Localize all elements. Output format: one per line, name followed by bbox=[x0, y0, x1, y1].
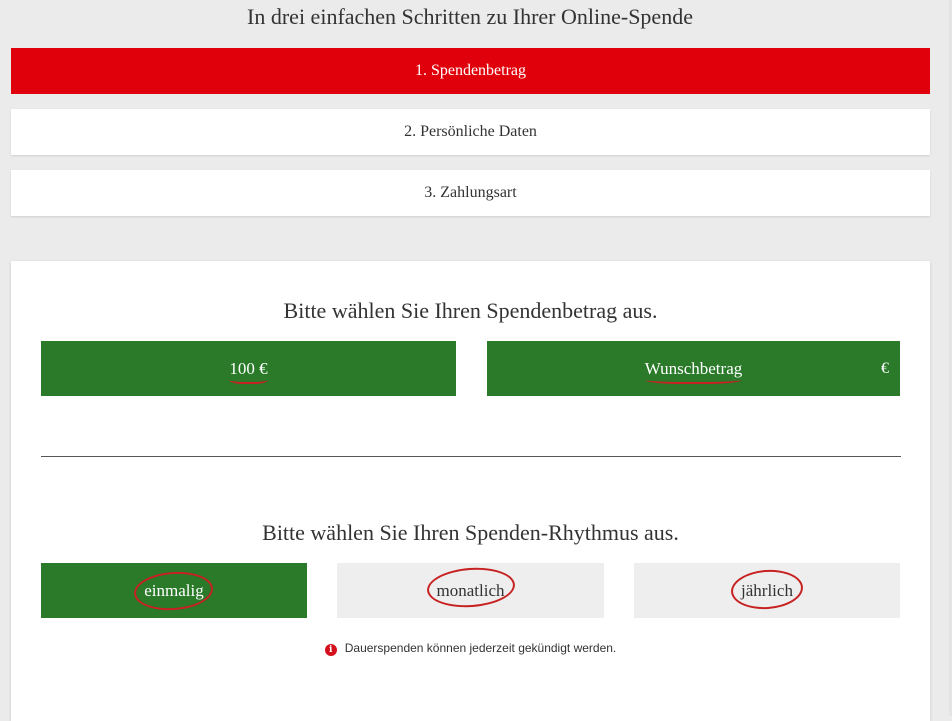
rhythm-einmalig-text: einmalig bbox=[144, 581, 204, 600]
section-divider bbox=[41, 456, 901, 457]
info-circle-icon: i bbox=[324, 644, 337, 656]
rhythm-monatlich-button[interactable]: monatlich bbox=[337, 563, 604, 618]
rhythm-monatlich-text: monatlich bbox=[436, 581, 505, 600]
custom-amount-placeholder: Wunschbetrag bbox=[644, 359, 743, 384]
page-title: In drei einfachen Schritten zu Ihrer Onl… bbox=[247, 4, 693, 29]
rhythm-heading: Bitte wählen Sie Ihren Spenden-Rhythmus … bbox=[262, 520, 679, 545]
step-spendenbetrag[interactable]: 1. Spendenbetrag bbox=[11, 48, 930, 94]
recurring-donation-note: i Dauerspenden können jederzeit gekündigt… bbox=[11, 641, 930, 656]
euro-suffix: € bbox=[881, 360, 889, 377]
amount-100-label: 100 € bbox=[229, 359, 268, 384]
rhythm-jaehrlich-button[interactable]: jährlich bbox=[634, 563, 900, 618]
rhythm-jaehrlich-text: jährlich bbox=[741, 581, 793, 600]
amount-heading: Bitte wählen Sie Ihren Spendenbetrag aus… bbox=[283, 298, 658, 323]
step-zahlungsart[interactable]: 3. Zahlungsart bbox=[11, 170, 930, 216]
rhythm-einmalig-label: einmalig bbox=[133, 569, 215, 613]
step-persoenliche-daten[interactable]: 2. Persönliche Daten bbox=[11, 109, 930, 155]
note-text: Dauerspenden können jederzeit gekündigt … bbox=[344, 641, 617, 655]
custom-amount-field[interactable]: Wunschbetrag € bbox=[487, 341, 900, 396]
rhythm-einmalig-button[interactable]: einmalig bbox=[41, 563, 307, 618]
donation-panel: Bitte wählen Sie Ihren Spendenbetrag aus… bbox=[11, 261, 930, 721]
amount-100-button[interactable]: 100 € bbox=[41, 341, 456, 396]
rhythm-jaehrlich-label: jährlich bbox=[729, 567, 805, 612]
rhythm-monatlich-label: monatlich bbox=[425, 564, 516, 611]
